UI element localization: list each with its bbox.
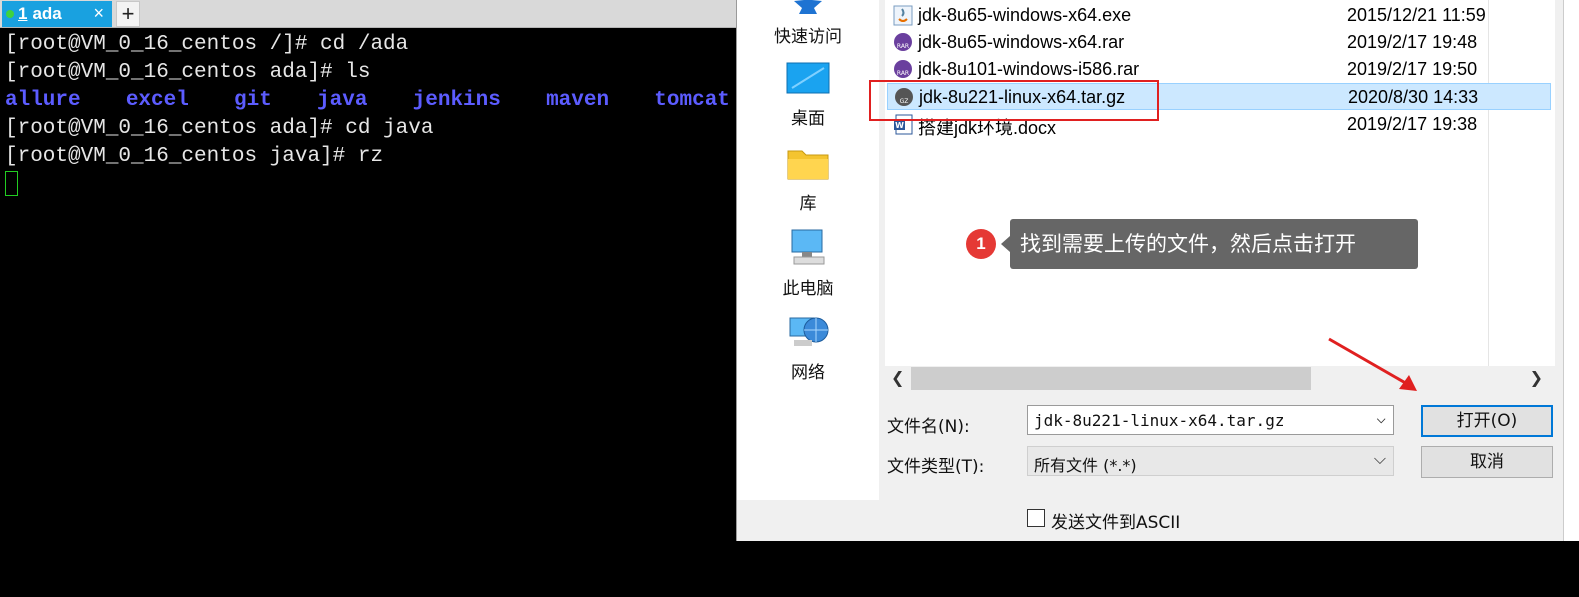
file-name: jdk-8u65-windows-x64.rar [918, 32, 1125, 52]
place-quick-access[interactable]: 快速访问 [737, 0, 879, 47]
file-date: 2019/2/17 19:48 [1347, 32, 1478, 52]
place-desktop[interactable]: 桌面 [737, 62, 879, 129]
tab-label: ada [32, 4, 62, 23]
new-tab-button[interactable]: + [116, 1, 140, 27]
java-exe-icon [893, 5, 913, 26]
step-badge: 1 [966, 229, 996, 259]
file-date: 2015/12/21 11:59 [1347, 5, 1486, 25]
file-name: jdk-8u101-windows-i586.rar [918, 59, 1140, 79]
ls-output-line: allure excel git java jenkins maven tomc… [5, 89, 730, 112]
ascii-checkbox-label: 发送文件到ASCII [1051, 513, 1181, 533]
svg-text:RAR: RAR [897, 43, 909, 50]
place-this-pc[interactable]: 此电脑 [737, 228, 879, 299]
filetype-select[interactable]: 所有文件 (*.*) ⌵ [1027, 446, 1394, 476]
star-icon [794, 0, 822, 14]
filename-label: 文件名(N): [887, 417, 970, 437]
chevron-down-icon[interactable]: ⌵ [1374, 449, 1386, 469]
terminal-tab-bar: 1 ada × + [0, 0, 736, 28]
file-row[interactable]: RAR jdk-8u65-windows-x64.rar 2019/2/17 1… [887, 29, 1551, 56]
scroll-left-icon[interactable]: ❮ [891, 368, 904, 387]
cancel-button[interactable]: 取消 [1421, 446, 1553, 478]
place-network[interactable]: 网络 [737, 312, 879, 383]
scroll-right-icon[interactable]: ❯ [1530, 368, 1543, 387]
terminal-cursor [5, 171, 18, 196]
connection-status-icon [6, 10, 14, 18]
desktop-icon [786, 62, 830, 94]
tab-ada[interactable]: 1 ada × [2, 1, 112, 27]
place-label: 桌面 [791, 109, 825, 129]
library-folder-icon [787, 150, 829, 180]
rar-icon: RAR [894, 33, 912, 51]
terminal-background [736, 541, 1579, 597]
open-button[interactable]: 打开(O) [1421, 405, 1553, 437]
place-label: 网络 [791, 363, 825, 383]
terminal-output[interactable]: [root@VM_0_16_centos /]# cd /ada [root@V… [0, 29, 736, 597]
pointer-arrow-icon [1328, 337, 1417, 391]
close-icon[interactable]: × [93, 3, 104, 24]
tab-number: 1 [18, 4, 28, 23]
horizontal-scrollbar[interactable]: ❮ ❯ [885, 366, 1555, 392]
terminal-line: [root@VM_0_16_centos /]# cd /ada [5, 33, 409, 56]
computer-icon [791, 229, 825, 265]
file-date: 2019/2/17 19:38 [1347, 114, 1478, 134]
network-icon [789, 317, 829, 346]
filename-input[interactable]: jdk-8u221-linux-x64.tar.gz ⌵ [1027, 405, 1394, 435]
file-row[interactable]: jdk-8u65-windows-x64.exe 2015/12/21 11:5… [887, 2, 1551, 29]
rar-icon: RAR [894, 60, 912, 78]
window-edge [1563, 0, 1579, 541]
file-name: jdk-8u65-windows-x64.exe [918, 5, 1132, 25]
place-label: 快速访问 [774, 27, 842, 47]
filetype-label: 文件类型(T): [887, 457, 985, 477]
file-date: 2019/2/17 19:50 [1347, 59, 1478, 79]
scrollbar-thumb[interactable] [911, 367, 1311, 390]
terminal-line: [root@VM_0_16_centos ada]# ls [5, 61, 371, 84]
svg-text:W: W [895, 121, 904, 130]
instruction-tooltip: 找到需要上传的文件，然后点击打开 [1001, 219, 1418, 269]
file-date: 2020/8/30 14:33 [1348, 87, 1479, 107]
place-label: 此电脑 [782, 279, 834, 299]
terminal-line: [root@VM_0_16_centos ada]# cd java [5, 117, 434, 140]
file-list: jdk-8u65-windows-x64.exe 2015/12/21 11:5… [885, 0, 1555, 366]
place-label: 库 [799, 194, 817, 214]
highlight-box [869, 80, 1159, 121]
filename-value: jdk-8u221-linux-x64.tar.gz [1034, 411, 1285, 430]
svg-text:RAR: RAR [897, 70, 909, 77]
file-row[interactable]: RAR jdk-8u101-windows-i586.rar 2019/2/17… [887, 56, 1551, 83]
place-library[interactable]: 库 [737, 145, 879, 214]
filetype-value: 所有文件 (*.*) [1034, 456, 1137, 475]
places-sidebar: 快速访问 桌面 库 此电脑 网络 [737, 0, 879, 500]
ascii-checkbox[interactable] [1027, 509, 1045, 527]
chevron-down-icon[interactable]: ⌵ [1376, 408, 1386, 427]
terminal-line: [root@VM_0_16_centos java]# rz [5, 145, 384, 168]
